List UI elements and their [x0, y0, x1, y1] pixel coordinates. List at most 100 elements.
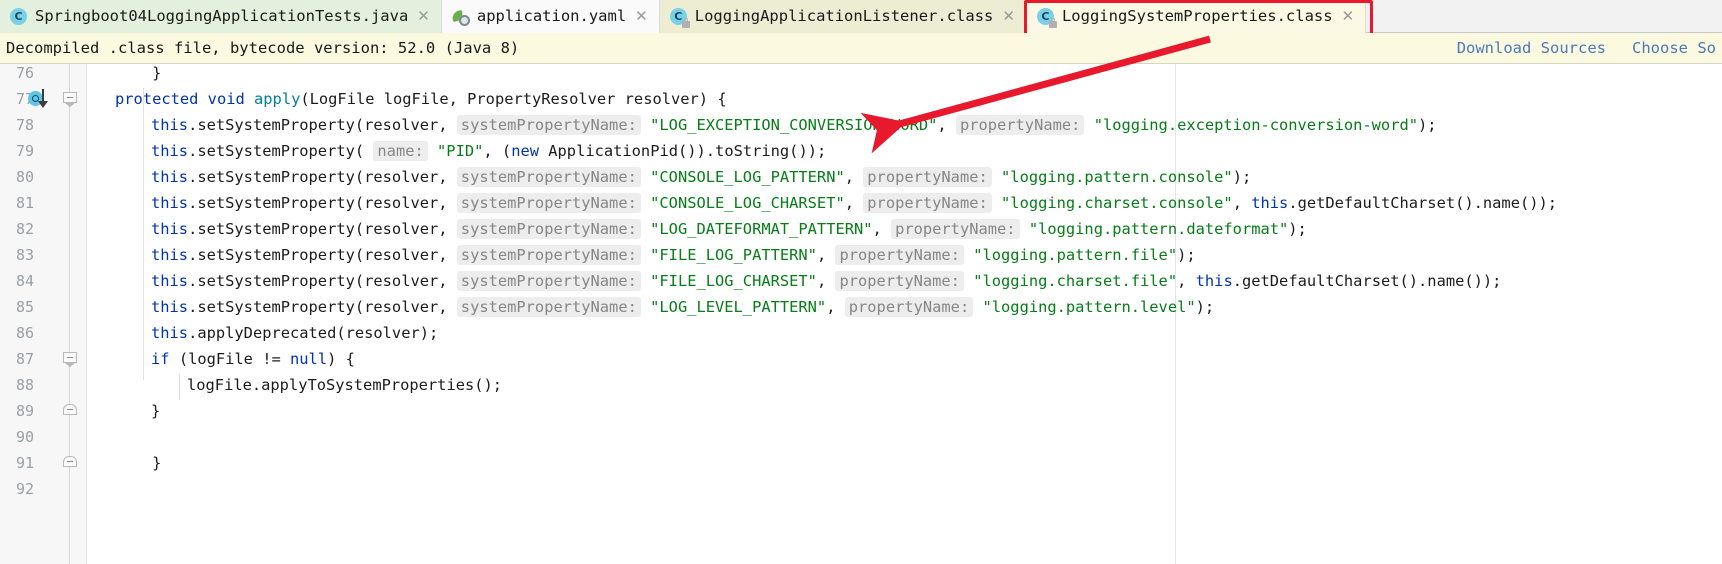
java-class-readonly-icon: C [669, 7, 690, 28]
string-literal: "logging.exception-conversion-word" [1093, 116, 1418, 134]
code-line[interactable]: this.setSystemProperty(resolver, systemP… [151, 216, 1307, 242]
parameter-hint: systemPropertyName: [456, 193, 641, 213]
fold-rail [69, 64, 70, 564]
tab-loggingapplicationlistener-class[interactable]: C LoggingApplicationListener.class ✕ [659, 0, 1027, 33]
parameter-hint: systemPropertyName: [456, 115, 641, 135]
parameter-hint: systemPropertyName: [456, 245, 641, 265]
code-line[interactable]: this.applyDeprecated(resolver); [151, 320, 438, 346]
string-literal: "logging.charset.file" [973, 272, 1178, 290]
code-token: .getDefaultCharset().name()); [1288, 194, 1558, 212]
code-line[interactable]: this.setSystemProperty( name: "PID", (ne… [151, 138, 826, 164]
method-name-token: apply [254, 90, 301, 108]
code-line[interactable]: this.setSystemProperty(resolver, systemP… [151, 242, 1196, 268]
keyword-token: void [207, 90, 255, 108]
code-line[interactable]: } [151, 398, 160, 424]
code-fold-marker[interactable] [63, 352, 77, 368]
code-line[interactable]: } [115, 450, 161, 476]
code-token: (logFile != [169, 350, 291, 368]
close-icon[interactable]: ✕ [417, 9, 430, 24]
string-literal: "logging.pattern.dateformat" [1028, 220, 1289, 238]
parameter-hint: systemPropertyName: [456, 297, 641, 317]
code-token: .getDefaultCharset().name()); [1232, 272, 1502, 290]
code-token: , [844, 194, 864, 212]
code-token: } [115, 64, 162, 82]
tab-label: application.yaml [476, 6, 627, 25]
code-token: , ( [483, 142, 512, 160]
decompiled-notification-bar: Decompiled .class file, bytecode version… [0, 33, 1722, 64]
line-number: 90 [15, 428, 34, 446]
parameter-hint: name: [373, 141, 428, 161]
parameter-hint: systemPropertyName: [456, 271, 641, 291]
code-token: .setSystemProperty(resolver, [188, 116, 457, 134]
close-icon[interactable]: ✕ [635, 9, 648, 24]
code-line[interactable]: if (logFile != null) { [151, 346, 355, 372]
code-token: ); [1195, 298, 1215, 316]
parameter-hint: systemPropertyName: [456, 167, 641, 187]
line-number: 83 [15, 246, 34, 264]
close-icon[interactable]: ✕ [1342, 9, 1355, 24]
keyword-token: this [151, 272, 189, 290]
line-number: 82 [15, 220, 34, 238]
line-number: 88 [15, 376, 34, 394]
keyword-token: this [1251, 194, 1289, 212]
parameter-hint: systemPropertyName: [456, 219, 641, 239]
code-line[interactable]: this.setSystemProperty(resolver, systemP… [151, 190, 1557, 216]
line-number: 80 [15, 168, 34, 186]
code-line[interactable]: this.setSystemProperty(resolver, systemP… [151, 268, 1501, 294]
code-line[interactable]: logFile.applyToSystemProperties(); [187, 372, 502, 398]
tab-application-yaml[interactable]: application.yaml ✕ [441, 0, 660, 33]
tab-loggingsystemproperties-class[interactable]: C LoggingSystemProperties.class ✕ [1026, 0, 1367, 33]
code-line[interactable]: protected void apply(LogFile logFile, Pr… [115, 86, 727, 112]
string-literal: "FILE_LOG_CHARSET" [650, 272, 817, 290]
code-fold-marker[interactable] [63, 92, 77, 108]
parameter-hint: propertyName: [844, 297, 974, 317]
code-fold-marker[interactable] [63, 456, 77, 468]
keyword-token: if [151, 350, 170, 368]
line-number: 92 [15, 480, 34, 498]
parameter-hint: propertyName: [835, 245, 964, 265]
line-number: 87 [15, 350, 34, 368]
code-content-area[interactable]: } protected void apply(LogFile logFile, P… [87, 64, 1722, 564]
editor-tab-bar: C Springboot04LoggingApplicationTests.ja… [0, 0, 1722, 39]
code-editor[interactable]: 76 77 78 79 80 81 82 83 84 85 86 87 88 89 90 91 92 } prot… [0, 64, 1722, 564]
close-icon[interactable]: ✕ [1002, 9, 1015, 24]
code-line[interactable]: } [115, 64, 161, 86]
parameter-hint: propertyName: [955, 115, 1085, 135]
code-token: .setSystemProperty( [188, 142, 374, 160]
keyword-token: this [151, 168, 189, 186]
code-line[interactable]: this.setSystemProperty(resolver, systemP… [151, 294, 1214, 320]
line-number: 81 [15, 194, 34, 212]
string-literal: "LOG_EXCEPTION_CONVERSION_WORD" [650, 116, 938, 134]
java-class-icon: C [10, 7, 28, 26]
indent-guide [143, 88, 144, 380]
code-token: .applyDeprecated(resolver); [188, 324, 439, 342]
code-line[interactable]: this.setSystemProperty(resolver, systemP… [151, 164, 1251, 190]
keyword-token: protected [115, 90, 208, 108]
tab-label: LoggingApplicationListener.class [694, 6, 994, 25]
code-token: ); [1177, 246, 1196, 264]
tab-springboot04loggingapplicationtests-java[interactable]: C Springboot04LoggingApplicationTests.ja… [0, 0, 442, 33]
method-override-marker-icon[interactable] [28, 89, 60, 109]
tab-label: LoggingSystemProperties.class [1061, 6, 1333, 25]
code-token: ) { [327, 350, 355, 368]
download-sources-link[interactable]: Download Sources [1457, 39, 1606, 57]
choose-sources-link[interactable]: Choose So [1632, 39, 1716, 57]
keyword-token: this [151, 116, 189, 134]
keyword-token: this [151, 142, 189, 160]
editor-gutter[interactable]: 76 77 78 79 80 81 82 83 84 85 86 87 88 89 90 91 92 [0, 64, 87, 564]
parameter-hint: propertyName: [863, 193, 992, 213]
code-fold-marker[interactable] [63, 404, 77, 416]
parameter-hint: propertyName: [863, 167, 992, 187]
code-line[interactable]: this.setSystemProperty(resolver, systemP… [151, 112, 1437, 138]
code-token: , [826, 298, 845, 316]
parameter-hint: propertyName: [891, 219, 1020, 239]
